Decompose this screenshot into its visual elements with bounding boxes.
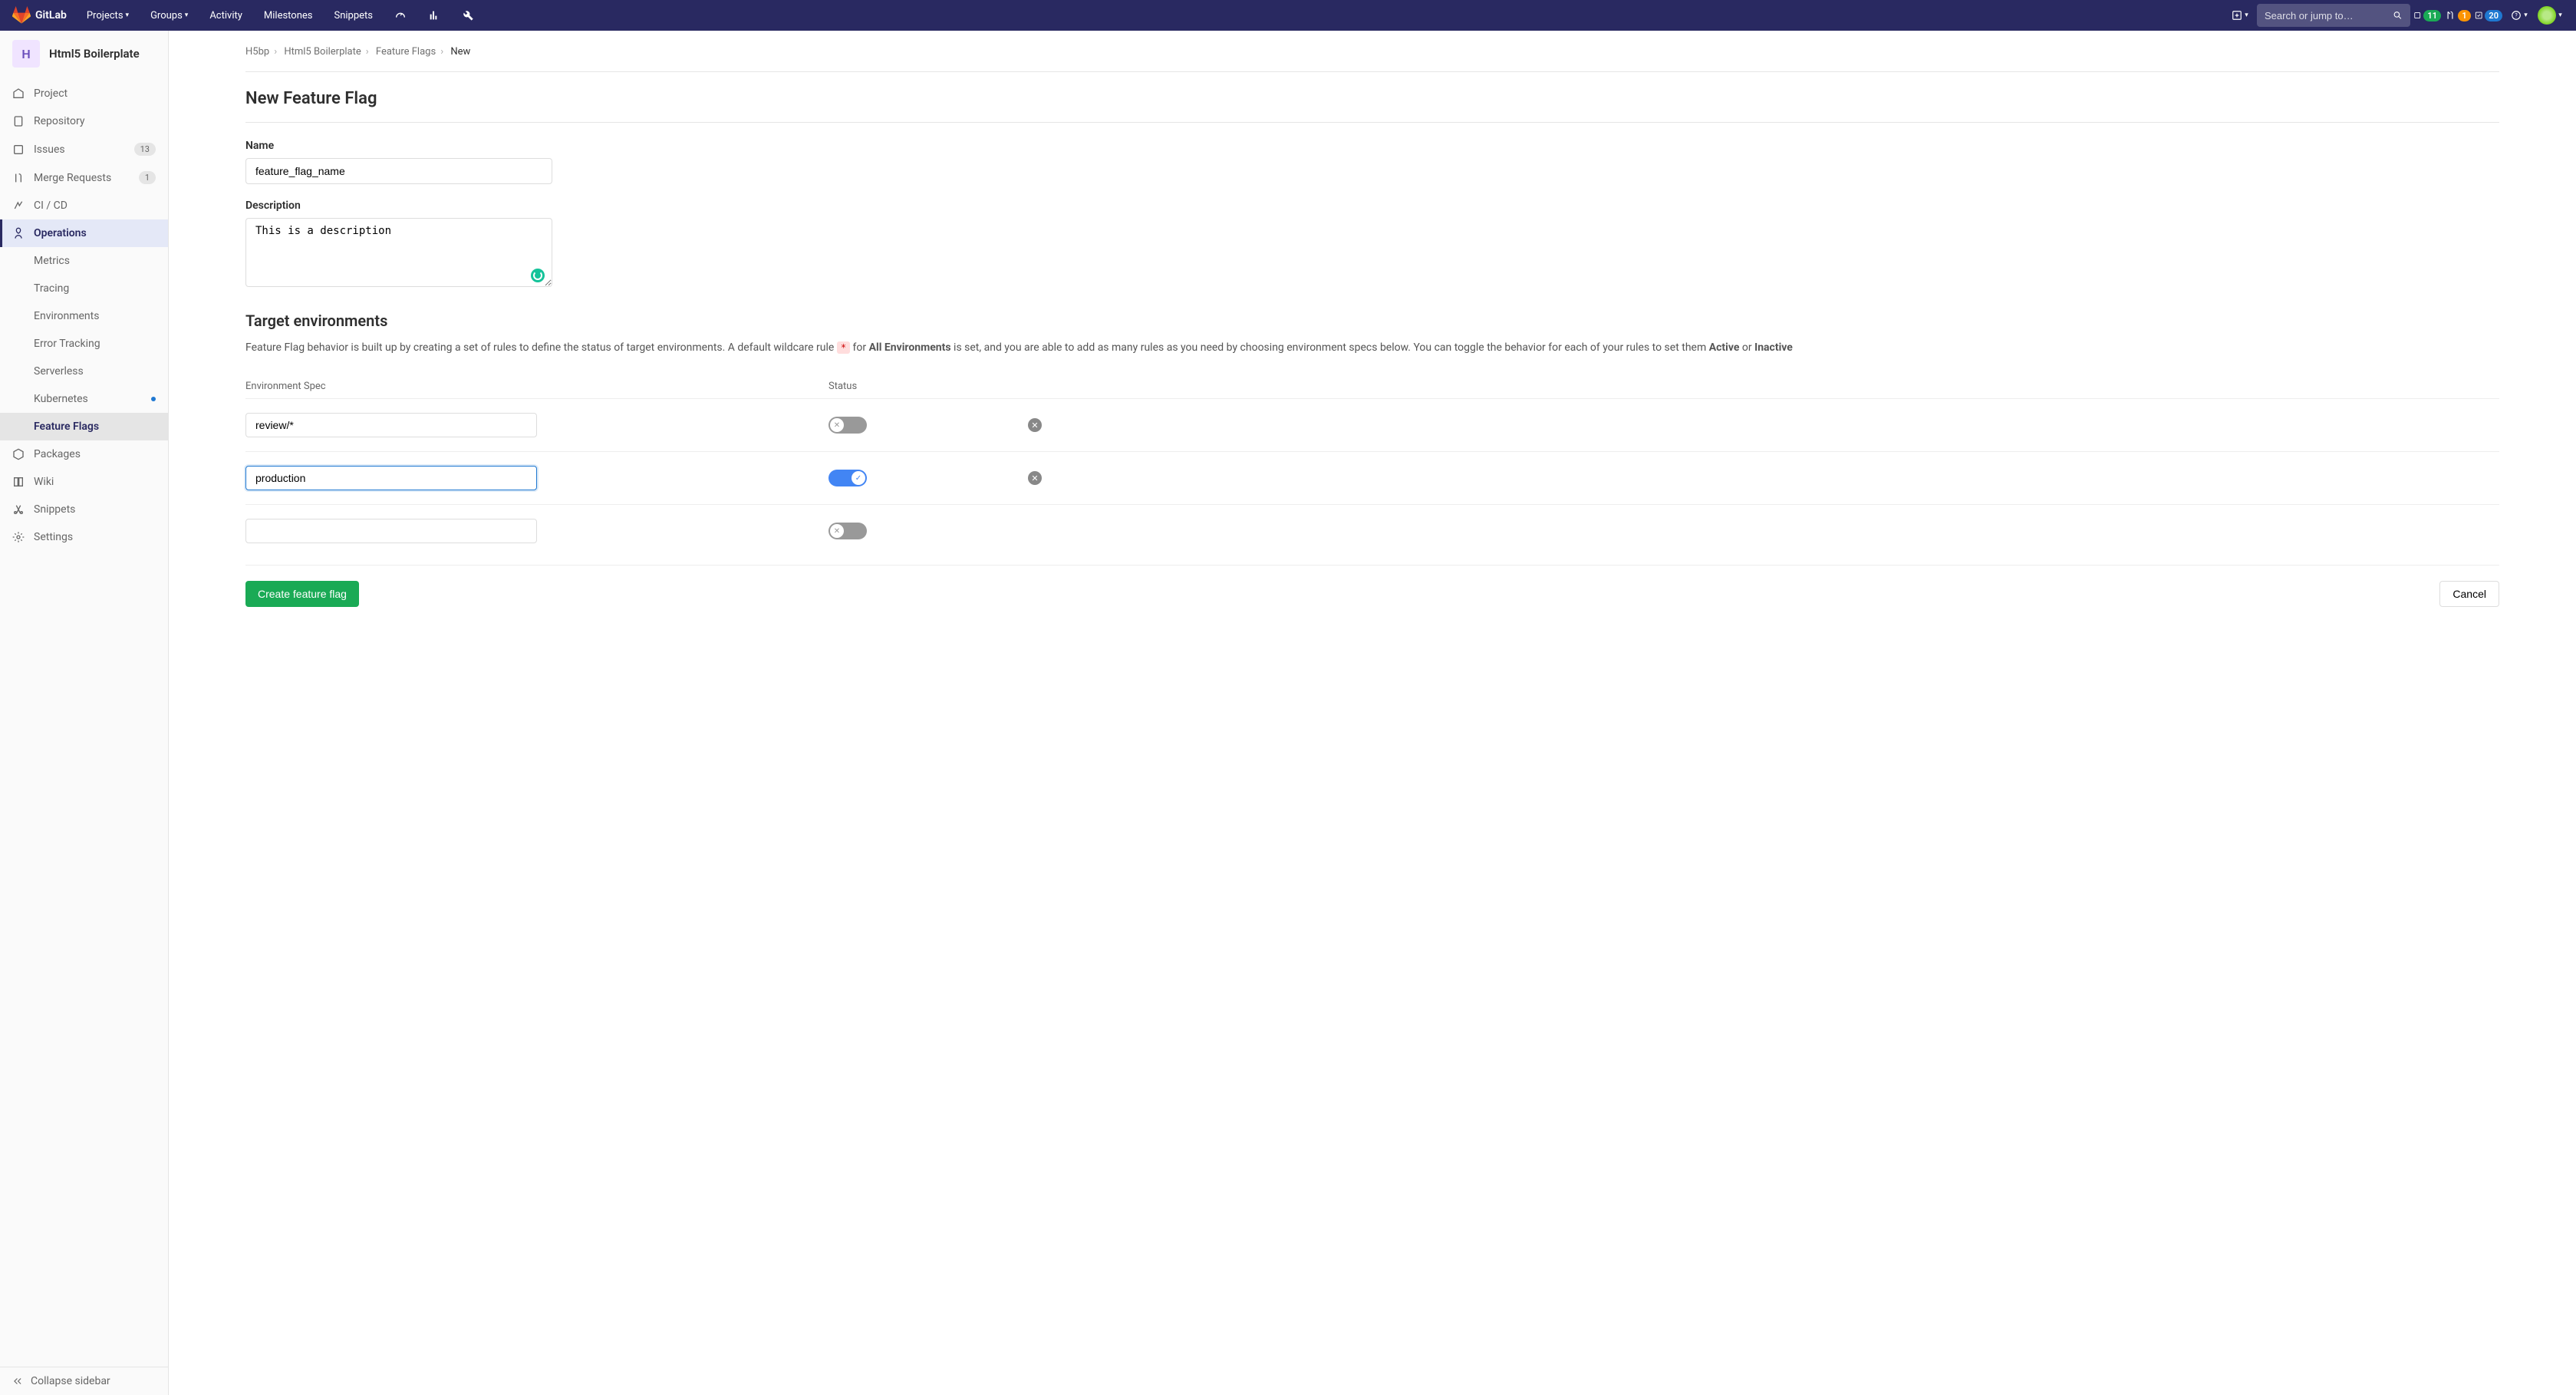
- collapse-sidebar[interactable]: Collapse sidebar: [0, 1367, 168, 1395]
- delete-row-button[interactable]: ✕: [1028, 418, 1042, 432]
- header-merge-requests[interactable]: 1: [2444, 2, 2472, 29]
- cancel-button[interactable]: Cancel: [2439, 581, 2499, 607]
- environment-row: ✓✕: [245, 451, 2499, 504]
- breadcrumb-current: New: [450, 46, 470, 58]
- nav-snippets[interactable]: Snippets: [327, 0, 381, 31]
- top-navbar: GitLab Projects▾ Groups▾ Activity Milest…: [0, 0, 2576, 31]
- nav-activity[interactable]: Activity: [202, 0, 250, 31]
- help-text: Feature Flag behavior is built up by cre…: [245, 339, 2499, 356]
- wrench-icon[interactable]: [454, 2, 482, 29]
- sidebar-item-error-tracking[interactable]: Error Tracking: [0, 330, 168, 358]
- status-toggle[interactable]: ✕: [828, 523, 867, 539]
- search-box[interactable]: [2257, 4, 2410, 27]
- header-issues[interactable]: 11: [2413, 2, 2441, 29]
- sidebar-item-wiki[interactable]: Wiki: [0, 468, 168, 496]
- search-input[interactable]: [2265, 10, 2393, 21]
- nav-groups[interactable]: Groups▾: [143, 0, 196, 31]
- nav-milestones[interactable]: Milestones: [256, 0, 321, 31]
- create-feature-flag-button[interactable]: Create feature flag: [245, 581, 359, 607]
- sidebar-project-header[interactable]: H Html5 Boilerplate: [0, 31, 168, 77]
- sidebar-item-cicd[interactable]: CI / CD: [0, 192, 168, 219]
- sidebar-item-metrics[interactable]: Metrics: [0, 247, 168, 275]
- name-input[interactable]: [245, 158, 552, 184]
- sidebar-item-repository[interactable]: Repository: [0, 107, 168, 135]
- breadcrumb-group[interactable]: H5bp: [245, 46, 269, 58]
- sidebar-item-serverless[interactable]: Serverless: [0, 358, 168, 385]
- environment-spec-input[interactable]: [245, 519, 537, 543]
- environment-row: ✕✕: [245, 398, 2499, 451]
- notification-dot: [151, 397, 156, 401]
- project-avatar: H: [12, 40, 40, 68]
- sidebar-item-operations[interactable]: Operations: [0, 219, 168, 247]
- plus-icon[interactable]: ▾: [2226, 2, 2254, 29]
- sidebar-item-kubernetes[interactable]: Kubernetes: [0, 385, 168, 413]
- sidebar-item-tracing[interactable]: Tracing: [0, 275, 168, 302]
- header-todos[interactable]: 20: [2475, 2, 2502, 29]
- brand-text: GitLab: [35, 9, 67, 21]
- column-header-spec: Environment Spec: [245, 381, 828, 392]
- avatar: [2538, 6, 2556, 25]
- sidebar-item-feature-flags[interactable]: Feature Flags: [0, 413, 168, 440]
- breadcrumb: H5bp› Html5 Boilerplate› Feature Flags› …: [245, 43, 2499, 72]
- breadcrumb-section[interactable]: Feature Flags: [376, 46, 436, 58]
- description-input[interactable]: [245, 218, 552, 287]
- chart-icon[interactable]: [420, 2, 448, 29]
- svg-text:?: ?: [2515, 12, 2518, 18]
- gauge-icon[interactable]: [387, 2, 414, 29]
- column-header-status: Status: [828, 381, 1028, 392]
- nav-projects[interactable]: Projects▾: [79, 0, 137, 31]
- target-environments-title: Target environments: [245, 312, 2499, 330]
- user-menu[interactable]: ▾: [2536, 2, 2564, 29]
- name-label: Name: [245, 140, 2499, 152]
- sidebar-item-environments[interactable]: Environments: [0, 302, 168, 330]
- delete-row-button[interactable]: ✕: [1028, 471, 1042, 485]
- description-label: Description: [245, 200, 2499, 212]
- search-icon: [2393, 10, 2403, 21]
- sidebar-item-issues[interactable]: Issues13: [0, 135, 168, 163]
- gitlab-logo[interactable]: GitLab: [12, 6, 67, 25]
- breadcrumb-project[interactable]: Html5 Boilerplate: [284, 46, 361, 58]
- environment-spec-input[interactable]: [245, 413, 537, 437]
- status-toggle[interactable]: ✓: [828, 470, 867, 486]
- sidebar-item-packages[interactable]: Packages: [0, 440, 168, 468]
- sidebar-item-settings[interactable]: Settings: [0, 523, 168, 551]
- sidebar: H Html5 Boilerplate Project Repository I…: [0, 31, 169, 1395]
- collapse-icon: [12, 1376, 23, 1387]
- sidebar-item-merge-requests[interactable]: Merge Requests1: [0, 163, 168, 192]
- sidebar-item-snippets[interactable]: Snippets: [0, 496, 168, 523]
- main-content: H5bp› Html5 Boilerplate› Feature Flags› …: [169, 31, 2576, 1395]
- environment-row: ✕: [245, 504, 2499, 557]
- grammarly-icon[interactable]: [531, 269, 545, 282]
- project-name: Html5 Boilerplate: [49, 47, 140, 61]
- environment-spec-input[interactable]: [245, 466, 537, 490]
- status-toggle[interactable]: ✕: [828, 417, 867, 434]
- sidebar-item-project[interactable]: Project: [0, 80, 168, 107]
- help-icon[interactable]: ?▾: [2505, 2, 2533, 29]
- page-title: New Feature Flag: [245, 89, 2499, 123]
